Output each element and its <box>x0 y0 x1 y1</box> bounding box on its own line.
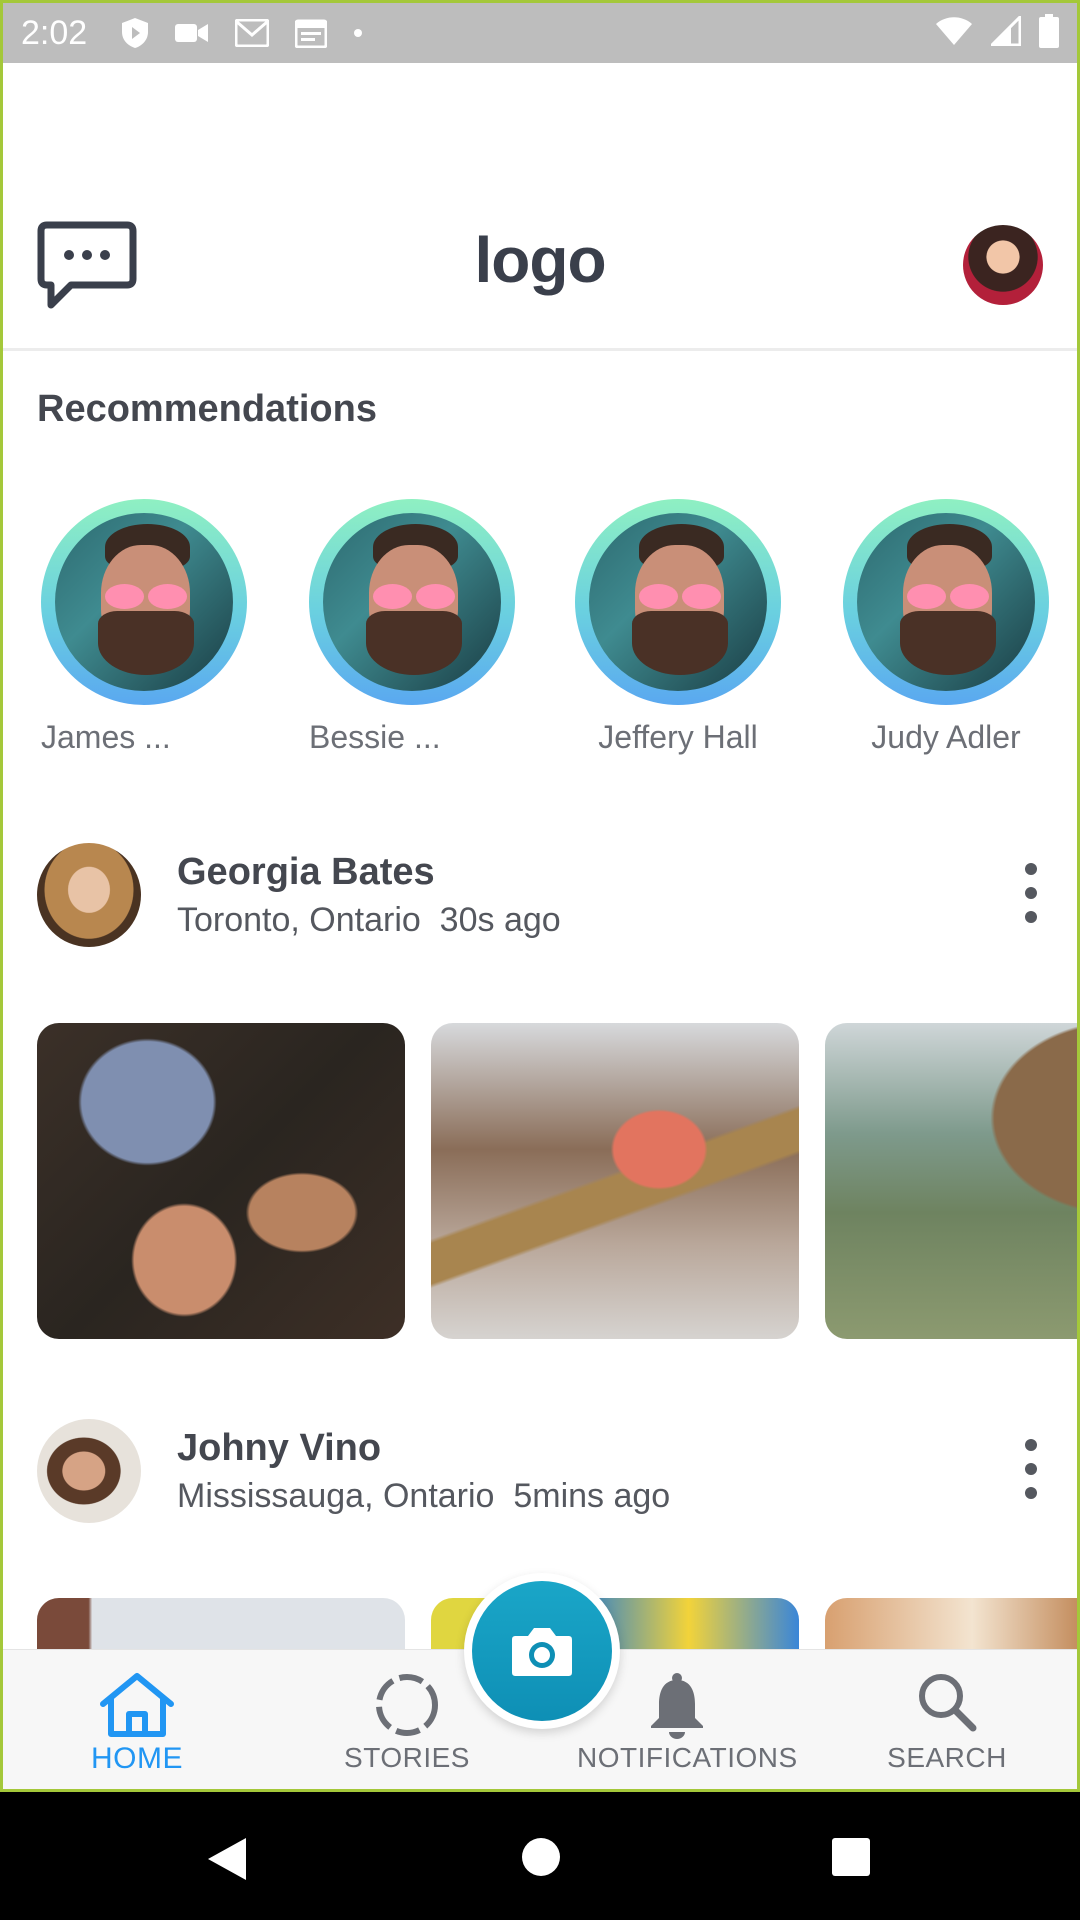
recommendation-name: Jeffery Hall <box>598 719 758 755</box>
recents-icon[interactable] <box>830 1836 872 1883</box>
recommendation-avatar <box>55 513 233 691</box>
recommendation-avatar <box>589 513 767 691</box>
recommendation-item[interactable]: Judy Adler <box>841 499 1051 756</box>
camera-button[interactable] <box>464 1573 620 1729</box>
post-photo[interactable] <box>37 1023 405 1339</box>
search-icon <box>847 1670 1047 1740</box>
shield-icon <box>121 17 149 49</box>
nav-label: NOTIFICATIONS <box>577 1742 798 1773</box>
story-ring <box>843 499 1049 705</box>
wifi-icon <box>935 16 973 51</box>
recommendation-item[interactable]: James ... <box>39 499 249 756</box>
story-ring <box>309 499 515 705</box>
status-time: 2:02 <box>21 13 88 52</box>
recommendation-name: Judy Adler <box>871 719 1021 755</box>
back-icon[interactable] <box>206 1836 248 1887</box>
video-camera-icon <box>175 22 209 44</box>
post-photo[interactable] <box>825 1023 1077 1339</box>
nav-label: SEARCH <box>887 1742 1007 1773</box>
post-meta: Toronto, Ontario 30s ago <box>177 901 561 939</box>
more-options-icon[interactable] <box>1021 863 1041 927</box>
home-icon <box>37 1670 237 1740</box>
gmail-icon <box>235 19 270 47</box>
signal-icon <box>988 12 1022 51</box>
dot-icon <box>353 28 363 38</box>
recommendation-avatar <box>857 513 1035 691</box>
post-photo[interactable] <box>431 1023 799 1339</box>
nav-label: HOME <box>91 1742 183 1775</box>
author-name[interactable]: Johny Vino <box>177 1427 381 1470</box>
story-ring <box>41 499 247 705</box>
status-right <box>935 12 1059 53</box>
recommendation-item[interactable]: Jeffery Hall <box>573 499 783 756</box>
app-logo: logo <box>474 224 606 296</box>
nav-label: STORIES <box>344 1742 470 1773</box>
more-options-icon[interactable] <box>1021 1439 1041 1503</box>
profile-avatar[interactable] <box>963 225 1043 305</box>
calendar-icon <box>295 18 328 48</box>
recommendations-list: James ... Bessie ... Jeffery Hall Judy A… <box>3 499 1077 759</box>
header-divider <box>3 348 1077 351</box>
app-screen: 2:02 logo Recommendations James ... Bess… <box>0 0 1080 1792</box>
author-avatar[interactable] <box>37 1419 141 1523</box>
home-button-icon[interactable] <box>520 1836 562 1883</box>
post-meta: Mississauga, Ontario 5mins ago <box>177 1477 671 1515</box>
recommendation-name: Bessie ... <box>309 719 441 755</box>
system-navigation-bar <box>0 1792 1080 1920</box>
status-bar: 2:02 <box>3 3 1077 63</box>
author-name[interactable]: Georgia Bates <box>177 851 435 894</box>
recommendation-avatar <box>323 513 501 691</box>
camera-icon <box>472 1581 612 1721</box>
story-ring <box>575 499 781 705</box>
recommendation-item[interactable]: Bessie ... <box>307 499 517 756</box>
nav-search[interactable]: SEARCH <box>847 1670 1047 1774</box>
nav-home[interactable]: HOME <box>37 1670 237 1776</box>
app-header: logo <box>3 203 1077 351</box>
recommendations-title: Recommendations <box>37 388 377 430</box>
battery-icon <box>1039 13 1059 53</box>
author-avatar[interactable] <box>37 843 141 947</box>
post-photos <box>37 1023 1077 1341</box>
recommendation-name: James ... <box>41 719 171 755</box>
